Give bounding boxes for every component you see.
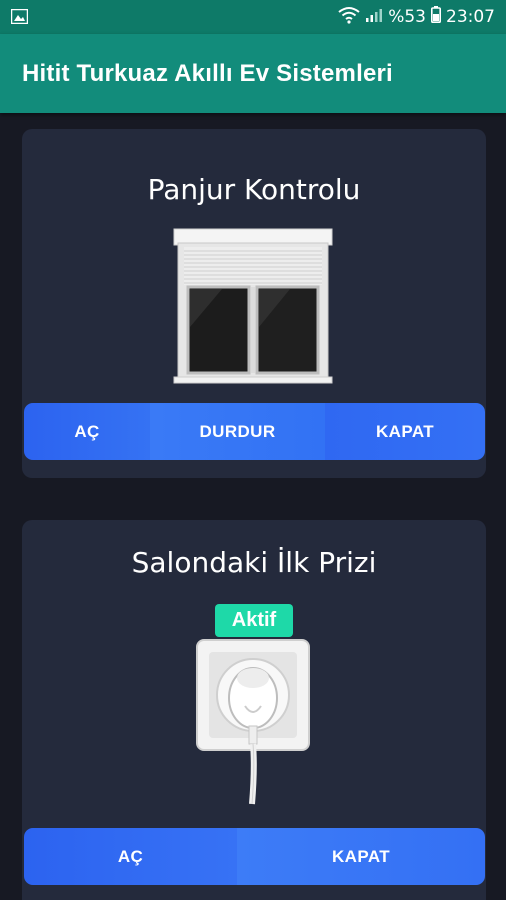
signal-icon — [365, 7, 383, 28]
shutter-open-button[interactable]: AÇ — [24, 403, 150, 460]
power-socket-image — [195, 638, 311, 811]
clock-time: 23:07 — [446, 7, 495, 27]
shutter-window-image — [172, 227, 334, 390]
socket-card-title: Salondaki İlk Prizi — [131, 546, 377, 579]
app-title: Hitit Turkuaz Akıllı Ev Sistemleri — [22, 60, 393, 87]
status-indicators: %53 23:07 — [338, 0, 495, 34]
socket-off-button[interactable]: KAPAT — [237, 828, 485, 885]
status-bar: %53 23:07 — [0, 0, 506, 34]
socket-button-group: AÇ KAPAT — [24, 828, 485, 885]
shutter-button-group: AÇ DURDUR KAPAT — [24, 403, 485, 460]
gallery-notification-icon — [10, 8, 29, 29]
socket-control-card: Salondaki İlk Prizi Aktif AÇ KAPAT — [22, 520, 486, 900]
socket-on-button[interactable]: AÇ — [24, 828, 237, 885]
wifi-icon — [338, 6, 360, 29]
shutter-card-title: Panjur Kontrolu — [147, 173, 361, 206]
app-bar: Hitit Turkuaz Akıllı Ev Sistemleri — [0, 34, 506, 113]
shutter-close-button[interactable]: KAPAT — [325, 403, 485, 460]
status-badge: Aktif — [215, 604, 293, 637]
shutter-stop-button[interactable]: DURDUR — [150, 403, 325, 460]
battery-percent: %53 — [388, 7, 426, 27]
shutter-control-card: Panjur Kontrolu AÇ DURDUR KAPAT — [22, 129, 486, 478]
main-content[interactable]: Panjur Kontrolu AÇ DURDUR KAPAT Salondak… — [0, 113, 506, 900]
battery-icon — [431, 6, 441, 28]
